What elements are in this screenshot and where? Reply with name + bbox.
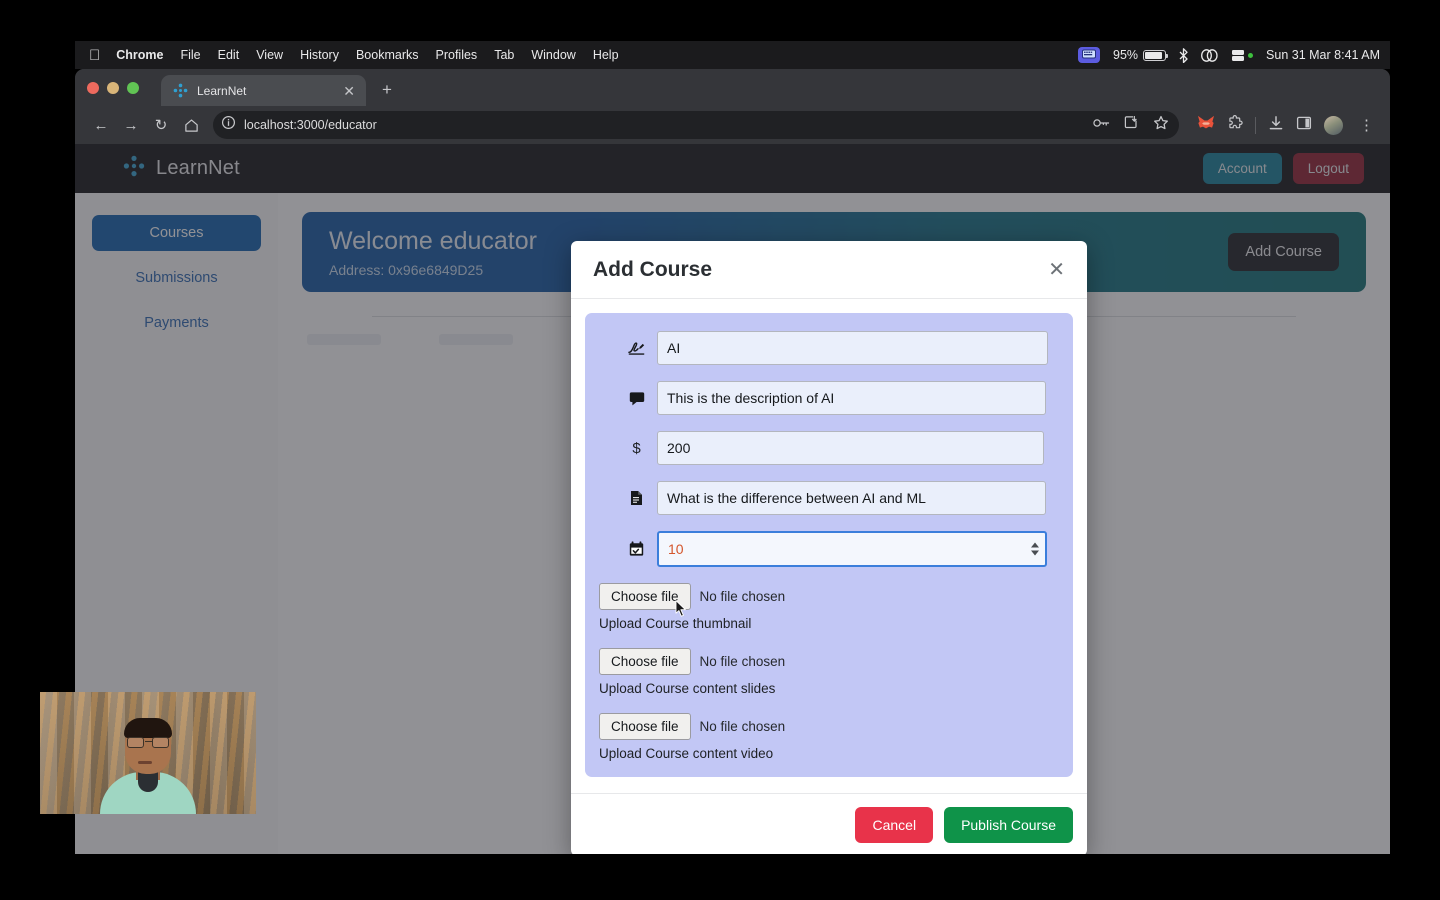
os-menu-bar:  Chrome File Edit View History Bookmark… [75,41,1390,69]
info-circle-icon[interactable] [221,115,236,135]
calendar-check-icon [628,541,645,557]
file-picker-video: Choose file No file chosen [599,713,1059,740]
apple-icon[interactable]:  [89,48,100,63]
minimize-window-button[interactable] [107,82,119,94]
address-bar-url: localhost:3000/educator [244,118,377,132]
chevron-up-icon[interactable] [1031,542,1039,548]
plus-icon[interactable]: + [382,81,392,98]
dialog-body: $ [571,299,1087,793]
upload-row-thumbnail: Choose file No file chosen Upload Course… [599,583,1059,631]
dialog-title: Add Course [593,258,713,281]
file-status-slides: No file chosen [699,654,786,669]
cancel-button[interactable]: Cancel [855,807,934,843]
install-app-icon[interactable] [1124,115,1139,135]
browser-window: LearnNet ✕ + ← → ↻ localhost:3000/educat… [75,69,1390,854]
toolbar-divider [1255,116,1256,134]
battery-status[interactable]: 95% [1113,48,1169,62]
home-icon[interactable] [177,111,205,139]
browser-tab-title: LearnNet [197,83,247,98]
close-window-button[interactable] [87,82,99,94]
menu-item-profiles[interactable]: Profiles [436,48,478,62]
signature-icon [628,341,645,355]
close-icon[interactable]: ✕ [1048,260,1065,280]
learnnet-favicon [173,83,188,98]
battery-icon [1143,49,1169,61]
add-course-dialog: Add Course ✕ AI This is the description … [571,241,1087,854]
upload-hint-thumbnail: Upload Course thumbnail [599,616,752,631]
clock-label[interactable]: Sun 31 Mar 8:41 AM [1266,48,1380,62]
file-text-icon [628,490,645,506]
file-status-thumbnail: No file chosen [699,589,786,604]
menu-item-file[interactable]: File [180,48,200,62]
menu-item-bookmarks[interactable]: Bookmarks [356,48,419,62]
extension-toolbar: ⋮ [1187,114,1378,136]
dialog-header: Add Course ✕ [571,241,1087,299]
form-row-course-assignment [599,481,1059,515]
publish-course-button[interactable]: Publish Course [944,807,1073,843]
course-price-input[interactable] [657,431,1044,465]
arrow-left-icon[interactable]: ← [87,111,115,139]
control-center-icon[interactable] [1201,48,1218,62]
menu-item-chrome[interactable]: Chrome [116,48,163,62]
webcam-pip[interactable] [40,692,256,814]
browser-toolbar: ← → ↻ localhost:3000/educator ⋮ [75,106,1390,144]
form-row-course-name [599,331,1059,365]
omnibox-actions [1093,115,1169,136]
menu-item-view[interactable]: View [256,48,283,62]
menu-item-edit[interactable]: Edit [218,48,240,62]
star-icon[interactable] [1153,115,1169,136]
arrow-right-icon[interactable]: → [117,111,145,139]
extensions-puzzle-icon[interactable] [1227,114,1243,136]
choose-file-button-video[interactable]: Choose file [599,713,691,740]
reload-icon[interactable]: ↻ [147,111,175,139]
download-icon[interactable] [1268,115,1284,136]
chevron-down-icon[interactable] [1031,550,1039,556]
battery-percent-label: 95% [1113,48,1139,62]
dollar-icon: $ [632,439,641,457]
menu-item-help[interactable]: Help [593,48,619,62]
form-row-course-deadline [599,531,1059,567]
dialog-footer: Cancel Publish Course [571,793,1087,854]
keyboard-brightness-icon[interactable] [1078,47,1101,63]
course-name-input[interactable] [657,331,1048,365]
course-description-input[interactable] [657,381,1046,415]
file-picker-thumbnail: Choose file No file chosen [599,583,1059,610]
menu-item-window[interactable]: Window [531,48,575,62]
metamask-fox-icon[interactable] [1197,115,1215,136]
address-bar[interactable]: localhost:3000/educator [213,111,1179,139]
tab-strip: LearnNet ✕ + [75,69,1390,106]
kebab-menu-icon[interactable]: ⋮ [1355,118,1378,133]
webcam-person [100,718,196,814]
form-row-course-price: $ [599,431,1059,465]
maximize-window-button[interactable] [127,82,139,94]
comment-icon [628,391,645,406]
file-status-video: No file chosen [699,719,786,734]
browser-tab-learnnet[interactable]: LearnNet ✕ [161,75,366,106]
upload-hint-slides: Upload Course content slides [599,681,776,696]
screen:  Chrome File Edit View History Bookmark… [0,0,1440,900]
deadline-number-wrapper [657,531,1047,567]
upload-hint-video: Upload Course content video [599,746,774,761]
key-icon[interactable] [1093,116,1110,134]
course-assignment-input[interactable] [657,481,1046,515]
side-panel-icon[interactable] [1296,115,1312,136]
bluetooth-icon[interactable] [1179,47,1188,63]
active-indicator-dot [1248,52,1254,58]
add-course-form: $ [585,313,1073,777]
file-picker-slides: Choose file No file chosen [599,648,1059,675]
close-icon[interactable]: ✕ [340,84,358,98]
menu-item-history[interactable]: History [300,48,339,62]
mouse-cursor [675,600,687,618]
screen-share-icon[interactable] [1231,49,1254,62]
menu-item-tab[interactable]: Tab [494,48,514,62]
number-spinner[interactable] [1031,542,1039,556]
choose-file-button-slides[interactable]: Choose file [599,648,691,675]
course-deadline-input[interactable] [657,531,1047,567]
upload-row-video: Choose file No file chosen Upload Course… [599,713,1059,761]
upload-row-slides: Choose file No file chosen Upload Course… [599,648,1059,696]
profile-avatar-icon[interactable] [1324,115,1343,135]
form-row-course-description [599,381,1059,415]
window-controls [87,82,139,106]
